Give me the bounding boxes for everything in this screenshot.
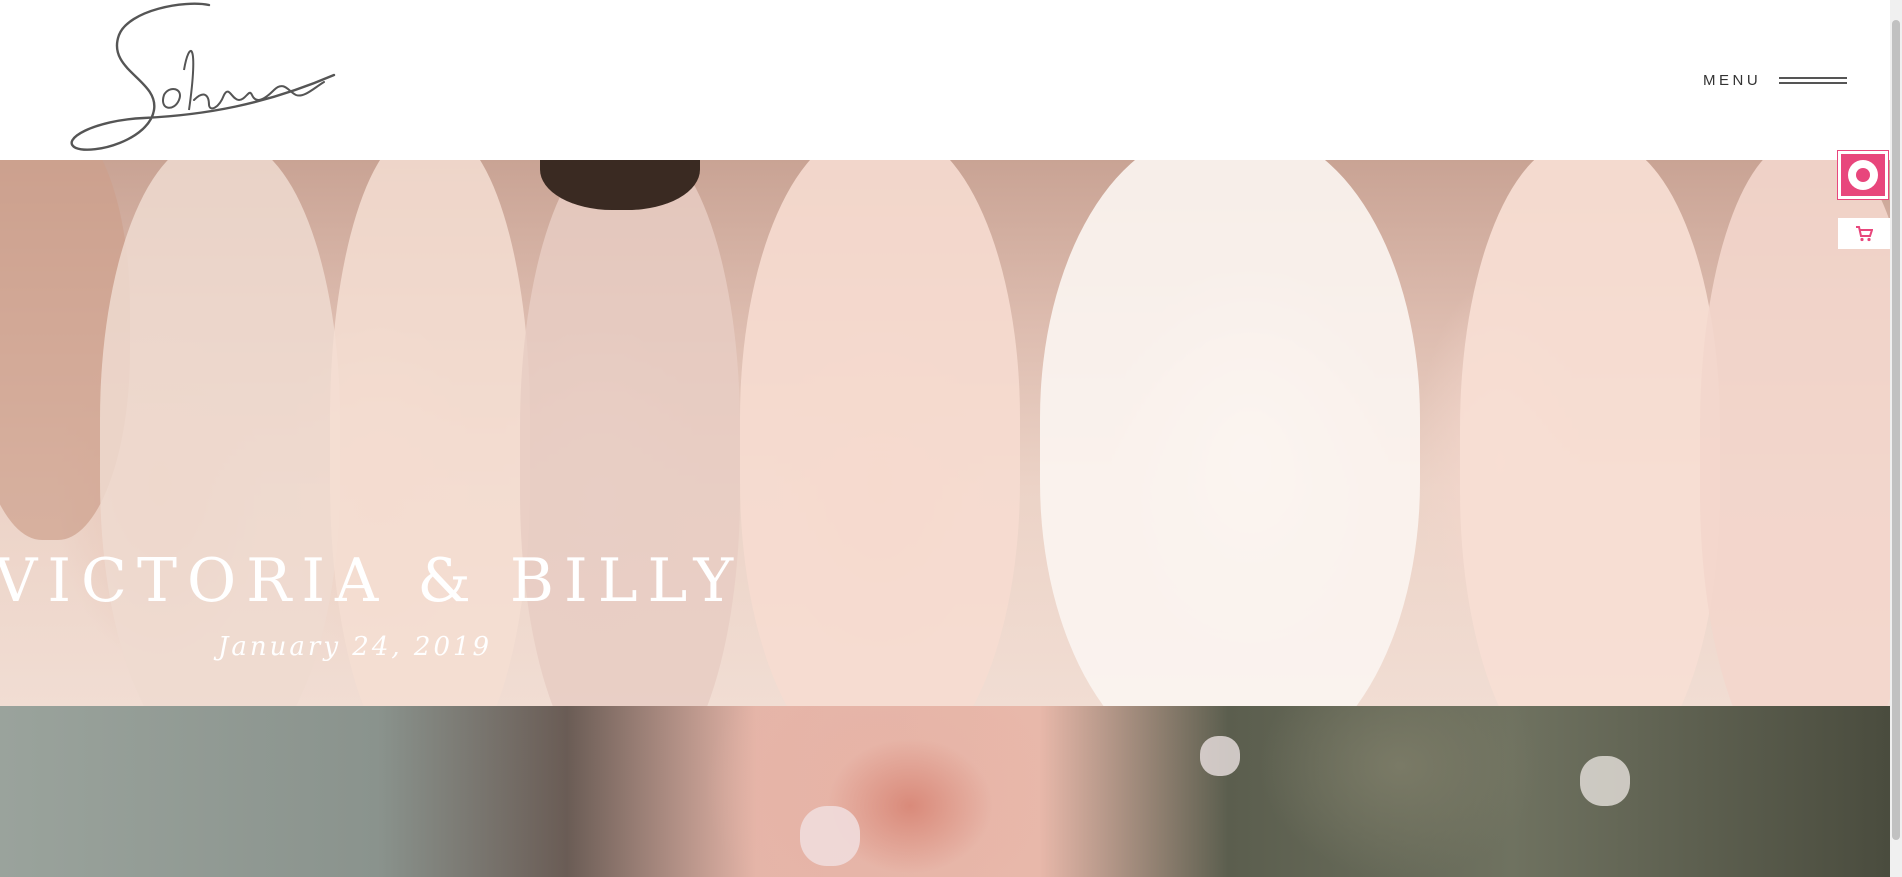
cart-icon bbox=[1856, 225, 1873, 241]
hero-banner: VICTORIA & BILLY January 24, 2019 bbox=[0, 160, 1890, 706]
site-logo[interactable] bbox=[34, 0, 336, 155]
scrollbar-thumb[interactable] bbox=[1892, 20, 1900, 840]
hamburger-lines-icon bbox=[1779, 74, 1848, 86]
floating-widget-button[interactable] bbox=[1837, 150, 1889, 200]
page-scrollbar[interactable] bbox=[1890, 0, 1902, 877]
menu-label: MENU bbox=[1703, 71, 1762, 89]
hero-title: VICTORIA & BILLY bbox=[0, 546, 744, 616]
hero-date: January 24, 2019 bbox=[218, 632, 493, 662]
hero-figure-shape bbox=[740, 160, 1020, 706]
photo-flower-shape bbox=[1580, 756, 1630, 806]
menu-toggle[interactable]: MENU bbox=[1703, 68, 1848, 92]
logo-signature-graphic bbox=[70, 2, 336, 151]
cart-button[interactable] bbox=[1838, 218, 1890, 249]
hero-figure-shape bbox=[330, 160, 530, 706]
site-header: MENU bbox=[0, 0, 1890, 160]
hero-figure-shape bbox=[1040, 160, 1420, 706]
photo-flower-shape bbox=[800, 806, 860, 866]
secondary-photo bbox=[0, 706, 1890, 877]
photo-flower-shape bbox=[1200, 736, 1240, 776]
ring-logo-icon bbox=[1848, 160, 1878, 190]
hero-figure-shape bbox=[100, 160, 340, 706]
hero-figure-shape bbox=[1460, 160, 1720, 706]
hero-figure-shape bbox=[520, 160, 740, 706]
